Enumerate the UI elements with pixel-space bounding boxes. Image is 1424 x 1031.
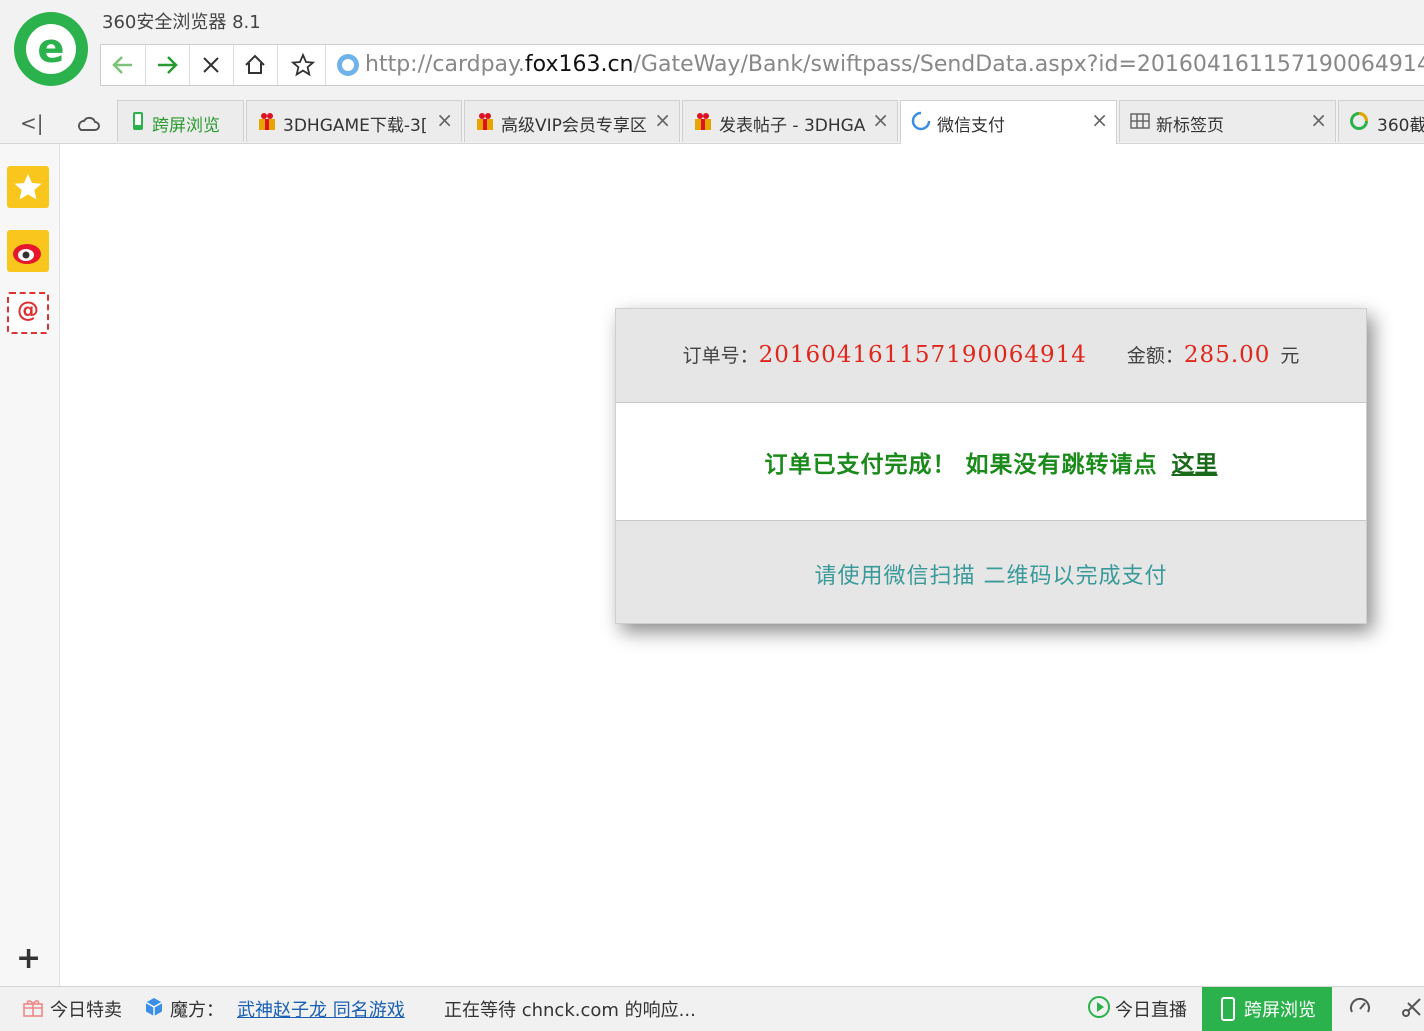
amount-value: 285.00 bbox=[1183, 342, 1271, 368]
cube-icon bbox=[145, 998, 163, 1016]
forward-button[interactable] bbox=[145, 45, 190, 85]
tab-cross-screen[interactable]: 跨屏浏览 bbox=[117, 100, 244, 142]
phone-icon bbox=[133, 112, 143, 130]
email-icon[interactable]: @ bbox=[7, 292, 49, 334]
speedometer-icon[interactable] bbox=[1348, 995, 1372, 1019]
phone-icon bbox=[1221, 997, 1235, 1021]
order-number-label: 订单号： bbox=[682, 345, 759, 367]
favorites-star-icon[interactable] bbox=[7, 166, 49, 208]
site-globe-icon bbox=[337, 54, 359, 76]
weibo-icon[interactable] bbox=[7, 230, 49, 272]
payment-status-section: 订单已支付完成！ 如果没有跳转请点 这里 bbox=[616, 403, 1366, 521]
tab-bar: <| 跨屏浏览 3DHGAME下载-3[ × 高级VIP会员专享区 × 发表帖子… bbox=[0, 100, 1424, 144]
back-button[interactable] bbox=[101, 45, 146, 85]
game-ad-link[interactable]: 武神赵子龙 同名游戏 bbox=[237, 996, 405, 1022]
arrow-right-icon bbox=[158, 56, 178, 74]
tab-3dhgame-download[interactable]: 3DHGAME下载-3[ × bbox=[246, 100, 462, 142]
gift-icon bbox=[259, 113, 275, 130]
currency-label: 元 bbox=[1280, 345, 1300, 367]
order-info-header: 订单号：20160416115719006491​4 金额：285.00 元 bbox=[616, 309, 1366, 403]
arrow-left-icon bbox=[112, 56, 132, 74]
360-icon bbox=[1350, 112, 1368, 130]
scan-instruction-footer: 请使用微信扫描 二维码以完成支付 bbox=[616, 521, 1366, 623]
live-today-link[interactable]: 今日直播 bbox=[1115, 996, 1187, 1022]
close-tab-icon[interactable]: × bbox=[654, 110, 671, 130]
sidebar: @ + bbox=[0, 144, 60, 986]
tab-new-tab[interactable]: 新标签页 × bbox=[1119, 100, 1336, 142]
loading-status-text: 正在等待 chnck.com 的响应... bbox=[444, 1000, 696, 1021]
star-outline-icon bbox=[290, 52, 316, 77]
redirect-link[interactable]: 这里 bbox=[1172, 451, 1218, 478]
close-tab-icon[interactable]: × bbox=[1310, 110, 1327, 130]
collapse-sidebar-icon[interactable]: <| bbox=[20, 111, 44, 135]
tab-post-thread[interactable]: 发表帖子 - 3DHGA × bbox=[682, 100, 898, 142]
cloud-icon[interactable] bbox=[74, 112, 102, 134]
grid-icon bbox=[1130, 113, 1150, 129]
add-sidebar-item-button[interactable]: + bbox=[16, 944, 41, 974]
close-tab-icon[interactable]: × bbox=[872, 110, 889, 130]
home-button[interactable] bbox=[233, 45, 278, 85]
window-title: 360安全浏览器 8.1 bbox=[102, 12, 261, 33]
gift-icon bbox=[477, 113, 493, 130]
browser-logo-icon: e bbox=[14, 12, 88, 86]
play-icon bbox=[1088, 996, 1110, 1018]
home-icon bbox=[245, 54, 265, 74]
daily-deals-link[interactable]: 今日特卖 bbox=[50, 996, 122, 1022]
tab-360-screenshot[interactable]: 360截 bbox=[1338, 100, 1424, 142]
loading-icon bbox=[911, 111, 931, 131]
url-prefix: http://cardpay. bbox=[365, 52, 525, 77]
gift-icon bbox=[23, 1000, 43, 1017]
amount-label: 金额： bbox=[1126, 345, 1184, 367]
close-icon bbox=[203, 57, 219, 73]
payment-complete-message: 订单已支付完成！ 如果没有跳转请点 bbox=[764, 451, 1158, 478]
url-path: /GateWay/Bank/swiftpass/SendData.aspx?id… bbox=[633, 52, 1424, 77]
gift-icon bbox=[695, 113, 711, 130]
scan-instruction: 请使用微信扫描 二维码以完成支付 bbox=[814, 564, 1168, 589]
cross-screen-button[interactable]: 跨屏浏览 bbox=[1202, 987, 1332, 1031]
tab-vip-area[interactable]: 高级VIP会员专享区 × bbox=[464, 100, 680, 142]
order-number: 20160416115719006491​4 bbox=[758, 342, 1087, 368]
close-tab-icon[interactable]: × bbox=[1091, 110, 1108, 130]
scissors-icon[interactable] bbox=[1400, 995, 1424, 1019]
url-input[interactable]: http://cardpay.fox163.cn/GateWay/Bank/sw… bbox=[365, 52, 1424, 77]
url-domain: fox163.cn bbox=[524, 52, 634, 77]
mofang-label: 魔方： bbox=[170, 1000, 224, 1021]
status-bar: 今日特卖 魔方： 武神赵子龙 同名游戏 正在等待 chnck.com 的响应..… bbox=[0, 986, 1424, 1031]
payment-dialog: 订单号：20160416115719006491​4 金额：285.00 元 订单已… bbox=[615, 308, 1367, 624]
navigation-bar: http://cardpay.fox163.cn/GateWay/Bank/sw… bbox=[100, 44, 1424, 86]
bookmark-button[interactable] bbox=[281, 45, 326, 85]
tab-wechat-pay[interactable]: 微信支付 × bbox=[900, 100, 1117, 144]
browser-header: e 360安全浏览器 8.1 http://cardpay.fox163.cn/… bbox=[0, 0, 1424, 100]
close-tab-icon[interactable]: × bbox=[436, 110, 453, 130]
stop-button[interactable] bbox=[189, 45, 234, 85]
